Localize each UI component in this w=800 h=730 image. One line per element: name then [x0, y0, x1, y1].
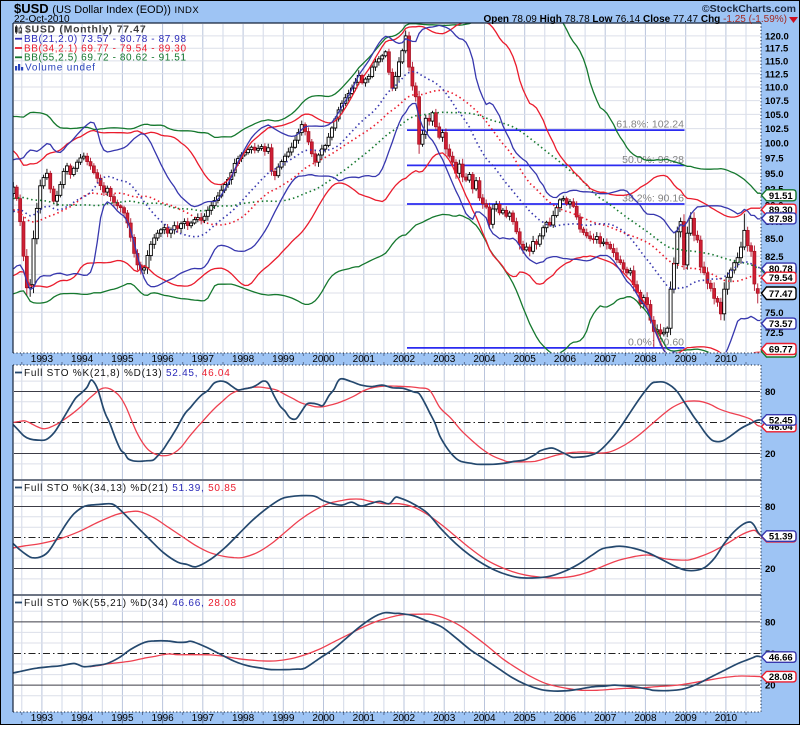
svg-text:2007: 2007: [594, 354, 617, 365]
svg-text:1995: 1995: [111, 713, 134, 724]
svg-text:46.66: 46.66: [769, 653, 793, 664]
svg-text:0.0%: 70.60: 0.0%: 70.60: [628, 336, 684, 348]
svg-text:1997: 1997: [192, 354, 215, 365]
svg-text:79.54: 79.54: [769, 273, 793, 284]
svg-text:1996: 1996: [151, 713, 174, 724]
svg-text:1995: 1995: [111, 354, 134, 365]
svg-text:80: 80: [765, 502, 776, 513]
svg-text:Full STO %K(55,21) %D(34) 46.6: Full STO %K(55,21) %D(34) 46.66, 28.08: [24, 598, 237, 609]
svg-text:Volume undef: Volume undef: [25, 63, 96, 74]
svg-text:20: 20: [765, 449, 776, 460]
svg-text:2003: 2003: [433, 354, 456, 365]
svg-text:2006: 2006: [554, 713, 577, 724]
svg-text:1993: 1993: [31, 354, 54, 365]
svg-text:75.0: 75.0: [765, 308, 784, 319]
svg-text:2010: 2010: [715, 713, 738, 724]
svg-text:107.5: 107.5: [765, 96, 789, 107]
svg-text:Full STO %K(21,8) %D(13) 52.45: Full STO %K(21,8) %D(13) 52.45, 46.04: [24, 368, 231, 379]
svg-text:61.8%: 102.24: 61.8%: 102.24: [616, 119, 684, 131]
svg-text:1999: 1999: [272, 713, 295, 724]
svg-text:2008: 2008: [634, 713, 657, 724]
svg-text:2004: 2004: [473, 713, 496, 724]
svg-text:1998: 1998: [232, 354, 255, 365]
svg-text:2005: 2005: [514, 354, 537, 365]
svg-text:105.0: 105.0: [765, 110, 789, 121]
svg-text:2009: 2009: [675, 354, 698, 365]
svg-text:102.5: 102.5: [765, 124, 789, 135]
svg-text:115.0: 115.0: [765, 56, 788, 67]
svg-text:117.5: 117.5: [765, 44, 789, 55]
svg-text:100.0: 100.0: [765, 139, 789, 150]
svg-text:28.08: 28.08: [769, 672, 793, 683]
svg-text:1994: 1994: [71, 713, 94, 724]
svg-text:2009: 2009: [675, 713, 698, 724]
svg-text:97.5: 97.5: [765, 154, 784, 165]
svg-text:20: 20: [765, 564, 776, 575]
svg-text:69.77: 69.77: [769, 345, 793, 356]
svg-text:2003: 2003: [433, 713, 456, 724]
svg-text:120.0: 120.0: [765, 31, 789, 42]
svg-text:80: 80: [765, 617, 776, 628]
svg-text:80: 80: [765, 387, 776, 398]
svg-text:110.0: 110.0: [765, 83, 788, 94]
svg-text:1994: 1994: [71, 354, 94, 365]
svg-text:95.0: 95.0: [765, 169, 784, 180]
svg-text:2000: 2000: [312, 354, 335, 365]
svg-text:2001: 2001: [353, 354, 376, 365]
svg-text:2002: 2002: [393, 713, 416, 724]
svg-text:2000: 2000: [312, 713, 335, 724]
svg-text:2002: 2002: [393, 354, 416, 365]
svg-text:87.98: 87.98: [769, 214, 793, 225]
svg-text:2006: 2006: [554, 354, 577, 365]
svg-text:52.45: 52.45: [769, 416, 793, 427]
svg-text:1996: 1996: [151, 354, 174, 365]
svg-text:2008: 2008: [634, 354, 657, 365]
svg-text:1997: 1997: [192, 713, 215, 724]
svg-text:51.39: 51.39: [769, 532, 793, 543]
svg-text:82.5: 82.5: [765, 252, 784, 263]
svg-text:2010: 2010: [715, 354, 738, 365]
svg-text:2001: 2001: [353, 713, 376, 724]
svg-text:2005: 2005: [514, 713, 537, 724]
svg-text:112.5: 112.5: [765, 69, 789, 80]
svg-text:77.47: 77.47: [769, 289, 793, 300]
svg-text:1998: 1998: [232, 713, 255, 724]
svg-text:Full STO %K(34,13) %D(21) 51.3: Full STO %K(34,13) %D(21) 51.39, 50.85: [24, 483, 237, 494]
svg-text:2004: 2004: [473, 354, 496, 365]
svg-text:73.57: 73.57: [769, 319, 793, 330]
svg-text:1999: 1999: [272, 354, 295, 365]
svg-text:38.2%: 90.16: 38.2%: 90.16: [622, 193, 684, 205]
svg-text:85.0: 85.0: [765, 234, 784, 245]
svg-text:2007: 2007: [594, 713, 617, 724]
svg-text:1993: 1993: [31, 713, 54, 724]
svg-text:Open 78.09 High 78.78 Low 76.1: Open 78.09 High 78.78 Low 76.14 Close 77…: [483, 14, 787, 25]
svg-text:91.51: 91.51: [769, 191, 793, 202]
